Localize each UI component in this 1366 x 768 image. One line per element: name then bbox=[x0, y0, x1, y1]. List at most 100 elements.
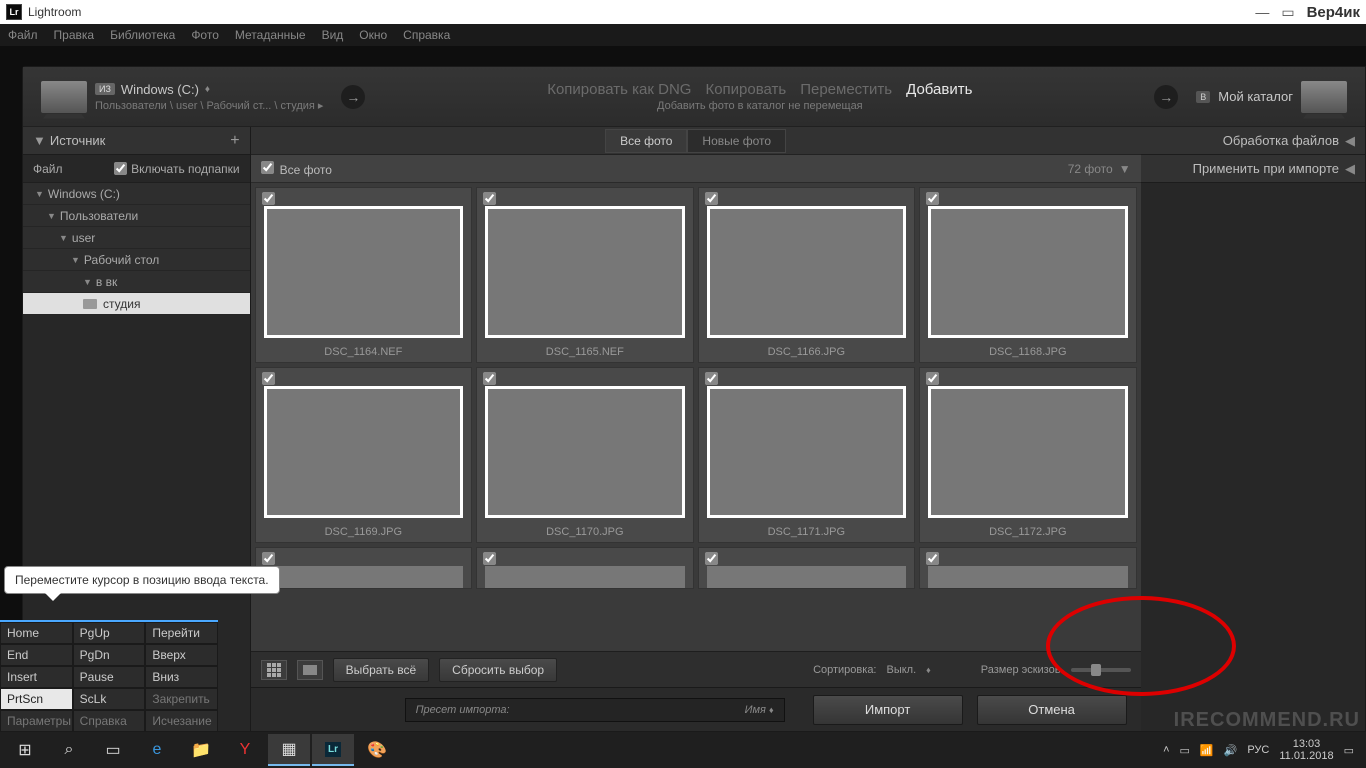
language-indicator[interactable]: РУС bbox=[1247, 744, 1269, 756]
thumbnail-cell[interactable]: DSC_1171.JPG bbox=[698, 367, 916, 543]
thumb-checkbox[interactable] bbox=[262, 372, 275, 385]
thumb-checkbox[interactable] bbox=[705, 552, 718, 565]
paint-icon[interactable]: 🎨 bbox=[356, 734, 398, 766]
select-all-checkbox[interactable]: Все фото bbox=[261, 161, 332, 177]
app-title: Lightroom bbox=[28, 5, 81, 19]
thumb-checkbox[interactable] bbox=[926, 192, 939, 205]
osk-key[interactable]: Insert bbox=[0, 666, 73, 688]
thumbnail-cell[interactable]: DSC_1169.JPG bbox=[255, 367, 473, 543]
osk-key[interactable]: Закрепить bbox=[145, 688, 218, 710]
clock[interactable]: 13:03 11.01.2018 bbox=[1279, 738, 1333, 762]
tree-item[interactable]: ▼user bbox=[23, 227, 250, 249]
tree-item[interactable]: ▼Windows (C:) bbox=[23, 183, 250, 205]
battery-icon[interactable]: ▭ bbox=[1180, 744, 1190, 757]
cancel-button[interactable]: Отмена bbox=[977, 695, 1127, 725]
menu-edit[interactable]: Правка bbox=[54, 28, 95, 42]
task-view-icon[interactable]: ▭ bbox=[92, 734, 134, 766]
chevron-down-icon[interactable]: ▼ bbox=[1119, 162, 1131, 176]
menu-metadata[interactable]: Метаданные bbox=[235, 28, 306, 42]
menu-window[interactable]: Окно bbox=[359, 28, 387, 42]
deselect-button[interactable]: Сбросить выбор bbox=[439, 658, 557, 682]
menu-file[interactable]: Файл bbox=[8, 28, 38, 42]
nav-forward-icon[interactable]: → bbox=[341, 85, 365, 109]
thumb-checkbox[interactable] bbox=[705, 372, 718, 385]
grid-view-icon[interactable] bbox=[261, 660, 287, 680]
thumbnail-cell[interactable] bbox=[255, 547, 473, 589]
source-drive-label[interactable]: Windows (C:) bbox=[121, 82, 199, 97]
thumb-checkbox[interactable] bbox=[262, 552, 275, 565]
menu-help[interactable]: Справка bbox=[403, 28, 450, 42]
thumb-checkbox[interactable] bbox=[483, 372, 496, 385]
tree-item[interactable]: ▼в вк bbox=[23, 271, 250, 293]
osk-key[interactable]: Исчезание bbox=[145, 710, 218, 732]
tab-all-photos[interactable]: Все фото bbox=[605, 129, 687, 153]
osk-key[interactable]: Параметры bbox=[0, 710, 73, 732]
thumbnail-cell[interactable]: DSC_1170.JPG bbox=[476, 367, 694, 543]
nav-forward2-icon[interactable]: → bbox=[1154, 85, 1178, 109]
mode-move[interactable]: Переместить bbox=[800, 81, 892, 98]
source-path[interactable]: Пользователи \ user \ Рабочий ст... \ ст… bbox=[95, 99, 323, 112]
thumb-checkbox[interactable] bbox=[926, 552, 939, 565]
dest-label[interactable]: Мой каталог bbox=[1218, 89, 1293, 104]
mode-add[interactable]: Добавить bbox=[906, 81, 972, 98]
thumb-size-slider[interactable] bbox=[1071, 668, 1131, 672]
apply-during-import-header[interactable]: Применить при импорте◀ bbox=[1141, 155, 1365, 183]
osk-key[interactable]: Pause bbox=[73, 666, 146, 688]
osk-key[interactable]: Справка bbox=[73, 710, 146, 732]
explorer-icon[interactable]: 📁 bbox=[180, 734, 222, 766]
tree-item[interactable]: ▼Пользователи bbox=[23, 205, 250, 227]
osk-key[interactable]: Перейти bbox=[145, 622, 218, 644]
edge-icon[interactable]: e bbox=[136, 734, 178, 766]
thumb-checkbox[interactable] bbox=[483, 552, 496, 565]
source-panel-header[interactable]: ▼Источник + bbox=[23, 127, 250, 155]
include-subfolders-checkbox[interactable]: Включать подпапки bbox=[114, 162, 239, 176]
mode-copy[interactable]: Копировать bbox=[705, 81, 786, 98]
osk-key[interactable]: PgDn bbox=[73, 644, 146, 666]
import-preset-dropdown[interactable]: Пресет импорта: Имя ♦ bbox=[405, 698, 785, 722]
thumbnail-cell[interactable]: DSC_1165.NEF bbox=[476, 187, 694, 363]
tray-up-icon[interactable]: ˄ bbox=[1163, 744, 1169, 756]
osk-key[interactable]: Home bbox=[0, 622, 73, 644]
notifications-icon[interactable]: ▭ bbox=[1344, 744, 1354, 757]
minimize-icon[interactable]: — bbox=[1255, 4, 1269, 21]
tree-item-selected[interactable]: студия bbox=[23, 293, 250, 315]
sort-value[interactable]: Выкл. bbox=[887, 664, 917, 676]
mode-copy-dng[interactable]: Копировать как DNG bbox=[547, 81, 691, 98]
thumb-checkbox[interactable] bbox=[483, 192, 496, 205]
thumbnail-cell[interactable]: DSC_1168.JPG bbox=[919, 187, 1137, 363]
osk-key[interactable]: Вниз bbox=[145, 666, 218, 688]
file-handling-header[interactable]: Обработка файлов◀ bbox=[1141, 127, 1365, 155]
menu-view[interactable]: Вид bbox=[322, 28, 344, 42]
thumb-checkbox[interactable] bbox=[262, 192, 275, 205]
import-button[interactable]: Импорт bbox=[813, 695, 963, 725]
start-button[interactable]: ⊞ bbox=[4, 734, 46, 766]
volume-icon[interactable]: 🔊 bbox=[1224, 744, 1238, 757]
yandex-icon[interactable]: Y bbox=[224, 734, 266, 766]
app-icon[interactable]: ▦ bbox=[268, 734, 310, 766]
chevron-icon[interactable]: ♦ bbox=[205, 84, 210, 95]
menu-photo[interactable]: Фото bbox=[191, 28, 219, 42]
osk-key[interactable]: PgUp bbox=[73, 622, 146, 644]
osk-key[interactable]: ScLk bbox=[73, 688, 146, 710]
add-source-icon[interactable]: + bbox=[230, 132, 239, 150]
osk-key[interactable]: End bbox=[0, 644, 73, 666]
thumb-checkbox[interactable] bbox=[926, 372, 939, 385]
thumbnail-cell[interactable] bbox=[919, 547, 1137, 589]
search-icon[interactable]: ⌕ bbox=[48, 734, 90, 766]
tree-item[interactable]: ▼Рабочий стол bbox=[23, 249, 250, 271]
osk-key-active[interactable]: PrtScn bbox=[0, 688, 73, 710]
thumbnail-cell[interactable]: DSC_1172.JPG bbox=[919, 367, 1137, 543]
tab-new-photos[interactable]: Новые фото bbox=[687, 129, 786, 153]
lightroom-taskbar-icon[interactable]: Lr bbox=[312, 734, 354, 766]
thumb-checkbox[interactable] bbox=[705, 192, 718, 205]
thumbnail-cell[interactable] bbox=[476, 547, 694, 589]
maximize-icon[interactable]: ▭ bbox=[1281, 4, 1294, 21]
wifi-icon[interactable]: 📶 bbox=[1200, 744, 1214, 757]
thumbnail-cell[interactable] bbox=[698, 547, 916, 589]
osk-key[interactable]: Вверх bbox=[145, 644, 218, 666]
thumbnail-cell[interactable]: DSC_1166.JPG bbox=[698, 187, 916, 363]
loupe-view-icon[interactable] bbox=[297, 660, 323, 680]
select-all-button[interactable]: Выбрать всё bbox=[333, 658, 430, 682]
menu-library[interactable]: Библиотека bbox=[110, 28, 175, 42]
thumbnail-cell[interactable]: DSC_1164.NEF bbox=[255, 187, 473, 363]
